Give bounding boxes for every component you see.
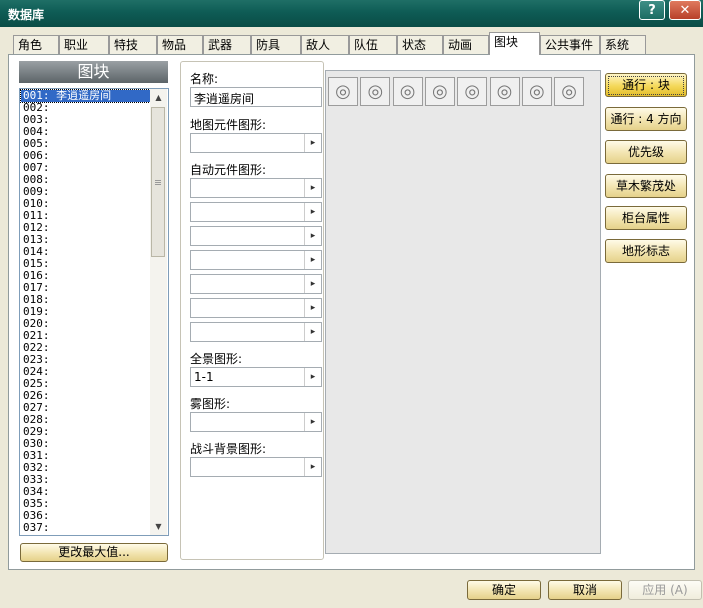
passage-button-2[interactable]: 优先级	[605, 140, 687, 164]
tab-10[interactable]: 图块	[489, 32, 540, 55]
autotile-label: 自动元件图形:	[190, 163, 267, 177]
tile-icon[interactable]: ◎	[457, 77, 488, 106]
passage-button-1[interactable]: 通行 : 4 方向	[605, 107, 687, 131]
autotile-field-1[interactable]: ▸	[190, 178, 322, 198]
tab-3[interactable]: 物品	[157, 35, 203, 54]
tab-11[interactable]: 公共事件	[540, 35, 600, 54]
tile-icon[interactable]: ◎	[489, 77, 520, 106]
change-max-button[interactable]: 更改最大值...	[20, 543, 168, 562]
tile-icon[interactable]: ◎	[360, 77, 391, 106]
tileset-list[interactable]: 001: 李逍遥房间 002: 003: 004: 005: 006: 007: 008: 00…	[19, 88, 169, 536]
tab-4[interactable]: 武器	[203, 35, 251, 54]
passage-button-0[interactable]: 通行 : 块	[605, 73, 687, 97]
tab-12[interactable]: 系统	[600, 35, 646, 54]
autotile-field-4[interactable]: ▸	[190, 250, 322, 270]
passage-button-label: 通行 : 块	[608, 76, 684, 95]
list-header: 图块	[19, 61, 168, 83]
list-items: 001: 李逍遥房间 002: 003: 004: 005: 006: 007: 008: 00…	[20, 89, 153, 534]
ok-button[interactable]: 确定	[467, 580, 541, 600]
passage-button-4[interactable]: 柜台属性	[605, 206, 687, 230]
arrow-icon[interactable]: ▸	[304, 413, 321, 431]
arrow-icon[interactable]: ▸	[304, 323, 321, 341]
arrow-icon[interactable]: ▸	[304, 134, 321, 152]
list-scrollbar[interactable]: ▲ ▼	[150, 89, 167, 535]
name-field[interactable]: 李逍遥房间	[190, 87, 322, 107]
help-button[interactable]: ?	[639, 0, 665, 20]
tile-icon[interactable]: ◎	[392, 77, 423, 106]
autotile-field-5[interactable]: ▸	[190, 274, 322, 294]
fog-field[interactable]: ▸	[190, 412, 322, 432]
tab-5[interactable]: 防具	[251, 35, 301, 54]
arrow-icon[interactable]: ▸	[304, 275, 321, 293]
list-item[interactable]: 037:	[21, 522, 152, 534]
arrow-icon[interactable]: ▸	[304, 458, 321, 476]
name-label: 名称:	[190, 72, 219, 86]
tileset-label: 地图元件图形:	[190, 118, 267, 132]
panorama-field[interactable]: 1-1 ▸	[190, 367, 322, 387]
fog-label: 雾图形:	[190, 397, 231, 411]
passage-button-label: 柜台属性	[621, 211, 670, 225]
tab-2[interactable]: 特技	[109, 35, 157, 54]
tile-icon[interactable]: ◎	[554, 77, 585, 106]
panorama-value: 1-1	[194, 370, 214, 384]
passage-button-5[interactable]: 地形标志	[605, 239, 687, 263]
tab-7[interactable]: 队伍	[349, 35, 397, 54]
window-title: 数据库	[8, 8, 45, 22]
arrow-icon[interactable]: ▸	[304, 227, 321, 245]
tile-preview-area[interactable]	[325, 70, 601, 554]
arrow-icon[interactable]: ▸	[304, 179, 321, 197]
passage-button-label: 通行 : 4 方向	[610, 112, 682, 126]
tab-6[interactable]: 敌人	[301, 35, 349, 54]
panorama-label: 全景图形:	[190, 352, 243, 366]
passage-button-3[interactable]: 草木繁茂处	[605, 174, 687, 198]
autotile-field-3[interactable]: ▸	[190, 226, 322, 246]
passage-button-label: 优先级	[627, 145, 664, 159]
passage-button-label: 草木繁茂处	[615, 179, 676, 193]
scroll-down-icon[interactable]: ▼	[150, 518, 167, 535]
battleback-label: 战斗背景图形:	[190, 442, 267, 456]
tab-0[interactable]: 角色	[13, 35, 59, 54]
battleback-field[interactable]: ▸	[190, 457, 322, 477]
tileset-field[interactable]: ▸	[190, 133, 322, 153]
arrow-icon[interactable]: ▸	[304, 251, 321, 269]
scroll-thumb[interactable]	[151, 107, 165, 257]
tab-1[interactable]: 职业	[59, 35, 109, 54]
tile-icon[interactable]: ◎	[521, 77, 552, 106]
arrow-icon[interactable]: ▸	[304, 299, 321, 317]
autotile-field-2[interactable]: ▸	[190, 202, 322, 222]
tab-8[interactable]: 状态	[397, 35, 443, 54]
close-button[interactable]: ✕	[669, 0, 701, 20]
autotile-field-6[interactable]: ▸	[190, 298, 322, 318]
autotile-field-7[interactable]: ▸	[190, 322, 322, 342]
name-value: 李逍遥房间	[194, 92, 255, 106]
tile-icon[interactable]: ◎	[328, 77, 358, 106]
title-bar: 数据库	[0, 0, 703, 27]
passage-button-label: 地形标志	[621, 244, 670, 258]
tile-icon[interactable]: ◎	[424, 77, 455, 106]
cancel-button[interactable]: 取消	[548, 580, 622, 600]
apply-button[interactable]: 应用 (A)	[628, 580, 702, 600]
scroll-up-icon[interactable]: ▲	[150, 89, 167, 106]
arrow-icon[interactable]: ▸	[304, 368, 321, 386]
tab-9[interactable]: 动画	[443, 35, 489, 54]
arrow-icon[interactable]: ▸	[304, 203, 321, 221]
